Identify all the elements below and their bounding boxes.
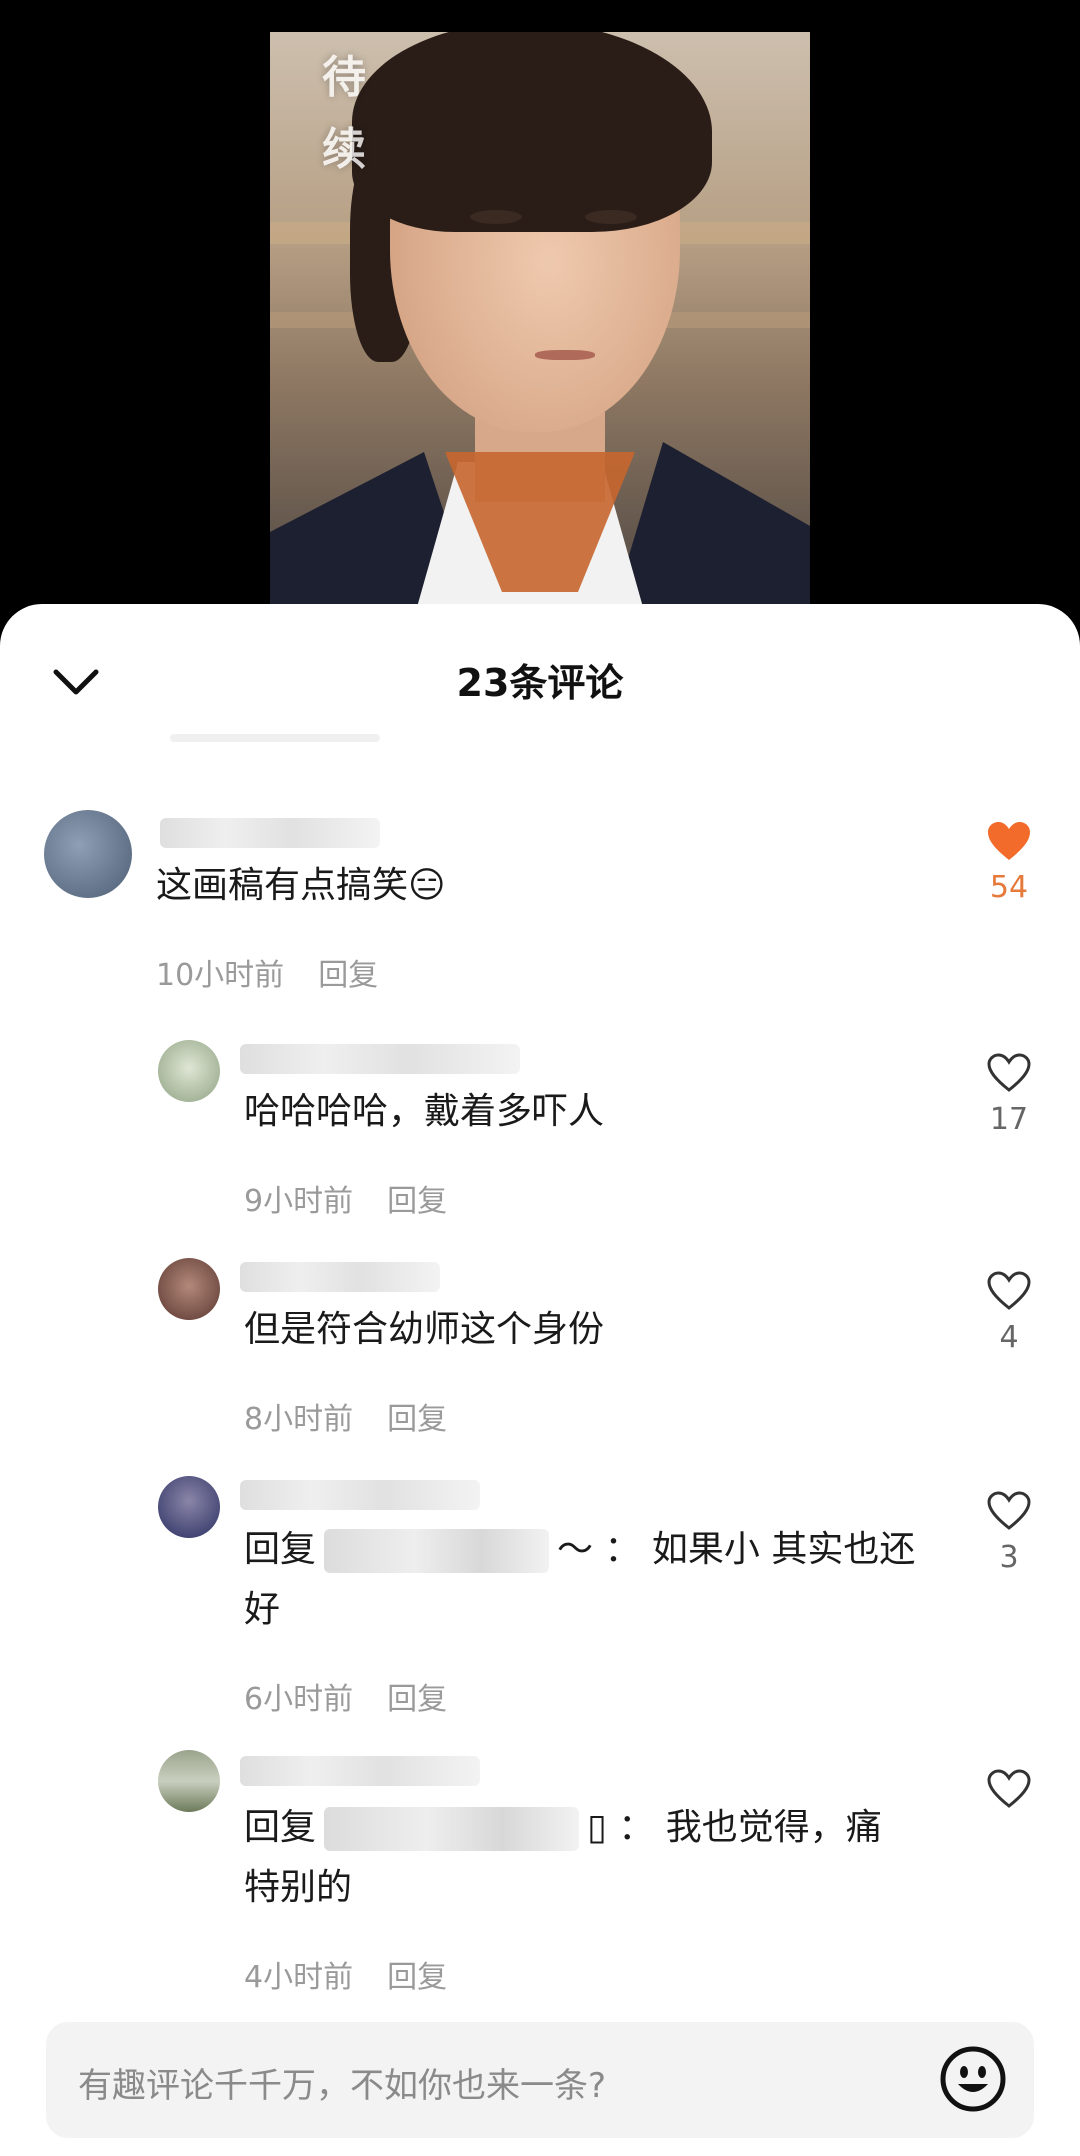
reply-button[interactable]: 回复 [387, 1184, 447, 1219]
video-area[interactable]: 待续 [0, 0, 1080, 622]
eye-right [585, 210, 637, 224]
reply-time: 6小时前 [244, 1682, 354, 1717]
faded-previous-comment [170, 734, 380, 742]
username[interactable] [240, 1756, 480, 1786]
avatar[interactable] [158, 1750, 220, 1812]
reply-text: 回复 ▯ ： 我也觉得，痛 [244, 1798, 944, 1858]
reply-button[interactable]: 回复 [387, 1402, 447, 1437]
mouth [535, 350, 595, 360]
reply-button[interactable]: 回复 [318, 958, 378, 993]
heart-icon [987, 1271, 1031, 1310]
avatar[interactable] [158, 1258, 220, 1320]
heart-icon [988, 822, 1030, 860]
avatar[interactable] [158, 1476, 220, 1538]
reply-prefix: 回复 [244, 1807, 317, 1848]
heart-icon [987, 1491, 1031, 1530]
emoji-button[interactable] [938, 2044, 1008, 2114]
reply-text-line2: 特别的 [244, 1867, 353, 1908]
hair [352, 32, 712, 232]
reply-meta: 8小时前 回复 [244, 1394, 481, 1438]
reply-prefix: 回复 [244, 1529, 317, 1570]
reply-meta: 9小时前 回复 [244, 1176, 481, 1220]
reply-button[interactable]: 回复 [387, 1682, 447, 1717]
reply-time: 4小时前 [244, 1960, 354, 1995]
like-button[interactable] [979, 1768, 1039, 1810]
reply-text: 回复 ～ ： 如果小 其实也还 [244, 1520, 944, 1580]
reply-text-line2: 好 [244, 1589, 281, 1630]
sheet-header: 23条评论 [0, 604, 1080, 744]
reply-time: 9小时前 [244, 1184, 354, 1219]
comment-time: 10小时前 [156, 958, 285, 993]
comment-input-placeholder[interactable]: 有趣评论千千万，不如你也来一条? [78, 2058, 606, 2107]
mentioned-user[interactable] [324, 1807, 580, 1851]
username[interactable] [160, 818, 380, 848]
reply-body: ▯ ： 我也觉得，痛 [587, 1807, 882, 1848]
username[interactable] [240, 1480, 480, 1510]
heart-icon [987, 1769, 1031, 1808]
reply-meta: 4小时前 回复 [244, 1952, 481, 1996]
reply-button[interactable]: 回复 [387, 1960, 447, 1995]
avatar[interactable] [44, 810, 132, 898]
reply-time: 8小时前 [244, 1402, 354, 1437]
like-count: 54 [989, 870, 1029, 905]
eye-left [470, 210, 522, 224]
avatar[interactable] [158, 1040, 220, 1102]
username[interactable] [240, 1262, 440, 1292]
reply-body: ～ ： 如果小 其实也还 [557, 1529, 916, 1570]
heart-icon [987, 1053, 1031, 1092]
reply-meta: 6小时前 回复 [244, 1674, 481, 1718]
like-button[interactable]: 54 [979, 820, 1039, 905]
sheet-title: 23条评论 [456, 661, 624, 705]
comment-text: 这画稿有点搞笑😑 [156, 865, 446, 906]
smiley-icon [940, 2046, 1006, 2112]
reply-text: 哈哈哈哈，戴着多吓人 [244, 1091, 605, 1132]
video-frame[interactable]: 待续 [270, 32, 810, 622]
like-count: 4 [999, 1320, 1019, 1355]
comment-meta: 10小时前 回复 [156, 950, 412, 994]
like-button[interactable]: 3 [979, 1490, 1039, 1575]
mentioned-user[interactable] [324, 1529, 550, 1573]
like-count: 3 [999, 1540, 1019, 1575]
comment-input-bar[interactable]: 有趣评论千千万，不如你也来一条? [46, 2022, 1034, 2138]
like-count: 17 [989, 1102, 1029, 1137]
reply-text: 但是符合幼师这个身份 [244, 1309, 605, 1350]
comments-sheet: 23条评论 这画稿有点搞笑😑 10小时前 回复 54 哈哈哈哈，戴着多吓人 9小时… [0, 604, 1080, 2156]
username[interactable] [240, 1044, 520, 1074]
like-button[interactable]: 17 [979, 1052, 1039, 1137]
like-button[interactable]: 4 [979, 1270, 1039, 1355]
video-watermark: 待续 [322, 52, 366, 175]
